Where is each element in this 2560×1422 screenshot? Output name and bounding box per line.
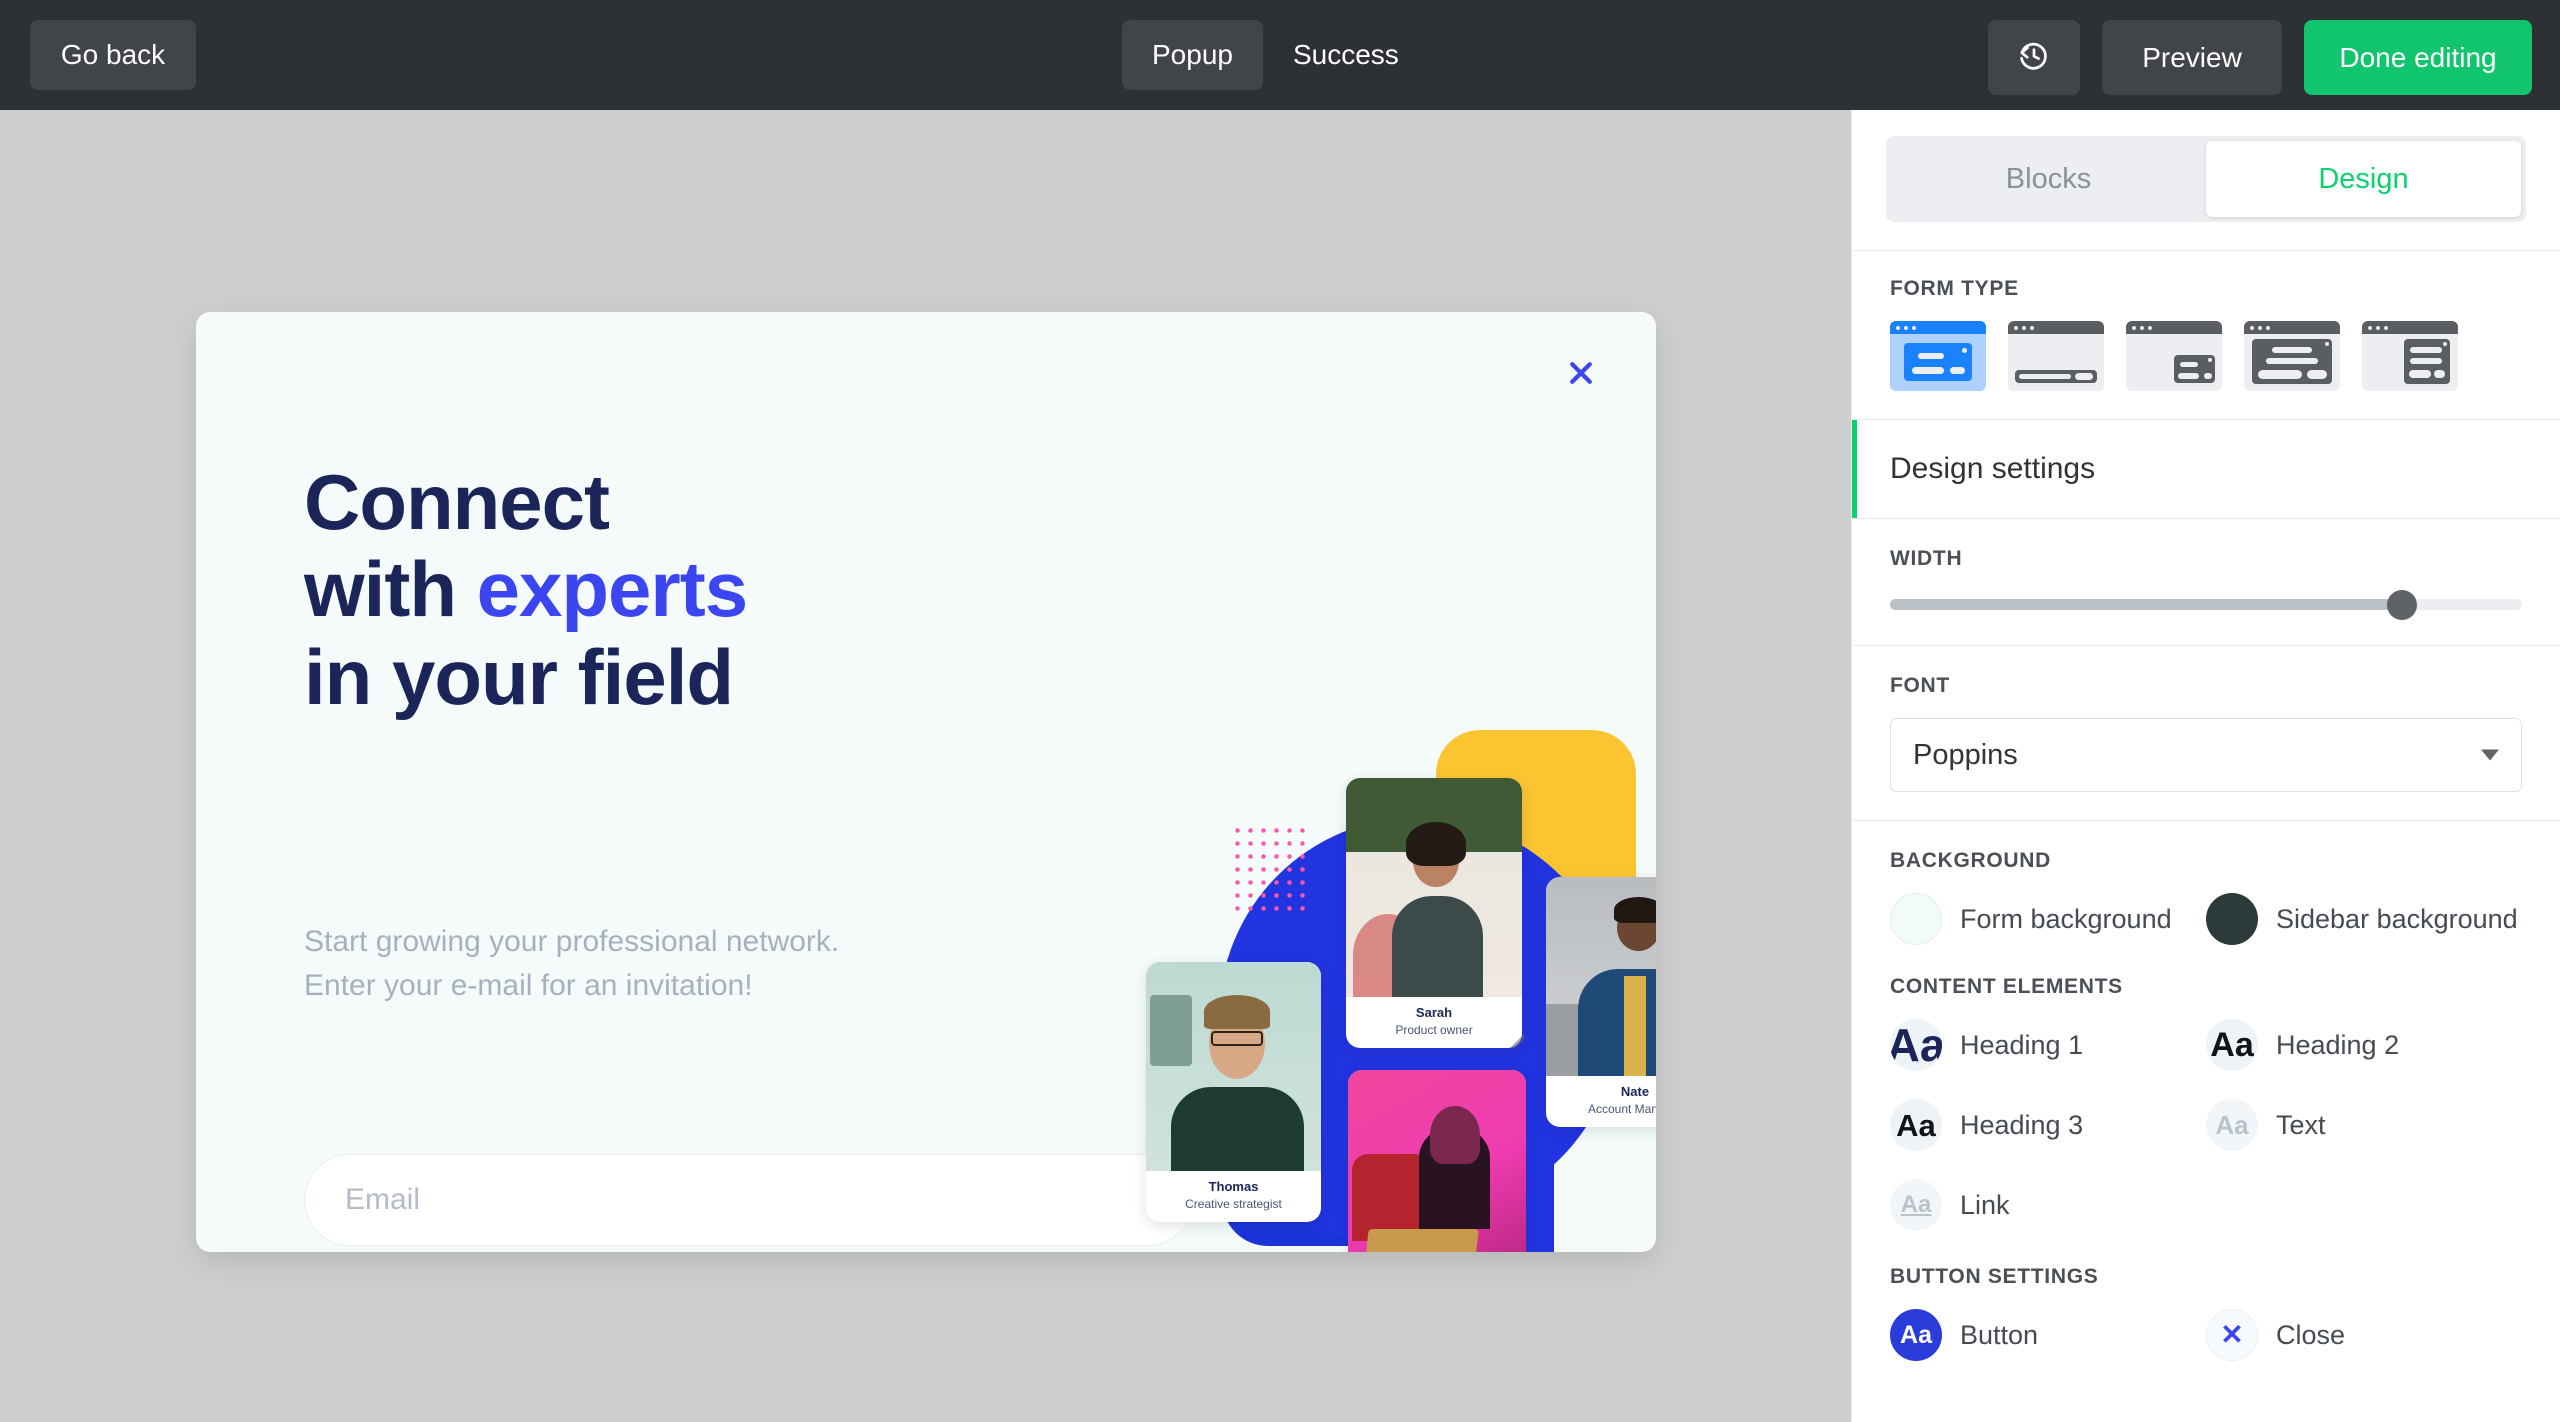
popup-close-button[interactable] [1558, 352, 1604, 398]
font-section: Font Poppins [1852, 646, 2560, 821]
content-text[interactable]: Aa Text [2206, 1099, 2522, 1151]
background-sidebar[interactable]: Sidebar background [2206, 893, 2522, 945]
content-elements-section: Content elements Aa Heading 1 Aa Heading… [1852, 945, 2560, 1231]
form-type-sidebar[interactable] [2362, 321, 2458, 391]
person-photo [1546, 877, 1656, 1076]
background-sidebar-label: Sidebar background [2276, 904, 2518, 935]
slider-thumb[interactable] [2387, 590, 2417, 620]
tab-blocks[interactable]: Blocks [1891, 141, 2206, 217]
preview-button[interactable]: Preview [2102, 20, 2282, 95]
person-photo [1146, 962, 1321, 1171]
design-sidebar: Blocks Design Form type [1851, 110, 2560, 1422]
person-name: Nate [1550, 1084, 1656, 1101]
button-settings-section: Button settings Aa Button ✕ Close [1852, 1231, 2560, 1361]
close-style-icon: ✕ [2206, 1309, 2258, 1361]
content-heading-1-label: Heading 1 [1960, 1030, 2083, 1061]
background-form[interactable]: Form background [1890, 893, 2206, 945]
editor-canvas[interactable]: Connect with experts in your field Start… [0, 110, 1851, 1422]
popup-heading: Connect with experts in your field [304, 459, 747, 721]
heading-accent-word: experts [477, 545, 748, 633]
tab-popup[interactable]: Popup [1122, 20, 1263, 90]
form-type-label: Form type [1890, 277, 2522, 301]
text-style-icon: Aa [2206, 1099, 2258, 1151]
content-heading-2[interactable]: Aa Heading 2 [2206, 1019, 2522, 1071]
subheading-line-2: Enter your e-mail for an invitation! [304, 964, 839, 1008]
page-tabs: Popup Success [1122, 20, 1429, 90]
toolbar-actions: Preview Done editing [1988, 20, 2532, 95]
chevron-down-icon [2481, 750, 2499, 761]
color-swatch-icon [2206, 893, 2258, 945]
hero-collage-image: Sarah Product owner Nate [1126, 712, 1656, 1252]
person-role: Account Manager [1550, 1101, 1656, 1117]
heading-line-1: Connect [304, 459, 747, 546]
content-heading-3[interactable]: Aa Heading 3 [1890, 1099, 2206, 1151]
width-section: Width [1852, 519, 2560, 646]
content-elements-label: Content elements [1890, 975, 2522, 999]
heading-line-2: with experts [304, 546, 747, 633]
color-swatch-icon [1890, 893, 1942, 945]
person-photo [1348, 1070, 1526, 1252]
person-role: Creative strategist [1150, 1196, 1317, 1212]
email-input[interactable] [304, 1154, 1194, 1246]
close-style[interactable]: ✕ Close [2206, 1309, 2522, 1361]
history-revert-button[interactable] [1988, 20, 2080, 95]
button-style[interactable]: Aa Button [1890, 1309, 2206, 1361]
go-back-button[interactable]: Go back [30, 20, 196, 90]
person-card: Rachel Creative strategist [1348, 1070, 1526, 1252]
pink-dot-grid [1231, 824, 1309, 916]
person-role: Product owner [1350, 1022, 1518, 1038]
person-caption: Sarah Product owner [1346, 997, 1522, 1048]
text-style-icon: Aa [1890, 1099, 1942, 1151]
form-type-fullscreen[interactable] [2244, 321, 2340, 391]
person-name: Thomas [1150, 1179, 1317, 1196]
subheading-line-1: Start growing your professional network. [304, 920, 839, 964]
button-style-label: Button [1960, 1320, 2038, 1351]
background-section: Background Form background Sidebar backg… [1852, 821, 2560, 945]
heading-line-2-pre: with [304, 545, 477, 633]
person-card: Sarah Product owner [1346, 778, 1522, 1048]
sidebar-tabs: Blocks Design [1852, 110, 2560, 251]
form-type-section: Form type [1852, 251, 2560, 419]
person-card: Nate Account Manager [1546, 877, 1656, 1127]
content-heading-2-label: Heading 2 [2276, 1030, 2399, 1061]
person-photo [1346, 778, 1522, 997]
top-toolbar: Go back Popup Success Preview Done editi… [0, 0, 2560, 110]
person-caption: Nate Account Manager [1546, 1076, 1656, 1127]
popup-form-preview[interactable]: Connect with experts in your field Start… [196, 312, 1656, 1252]
person-caption: Thomas Creative strategist [1146, 1171, 1321, 1222]
content-link[interactable]: Aa Link [1890, 1179, 2206, 1231]
font-selected-value: Poppins [1913, 739, 2018, 772]
person-card: Thomas Creative strategist [1146, 962, 1321, 1222]
resize-handle-icon[interactable] [1506, 1030, 1528, 1052]
font-label: Font [1890, 674, 2522, 698]
button-style-icon: Aa [1890, 1309, 1942, 1361]
form-type-slide-in[interactable] [2126, 321, 2222, 391]
close-x-icon [1566, 358, 1596, 393]
tab-success[interactable]: Success [1263, 20, 1429, 90]
heading-line-3: in your field [304, 634, 747, 721]
popup-subheading: Start growing your professional network.… [304, 920, 839, 1007]
content-link-label: Link [1960, 1190, 2010, 1221]
background-label: Background [1890, 849, 2522, 873]
text-style-icon: Aa [1890, 1019, 1942, 1071]
slider-fill [1890, 599, 2402, 610]
text-style-icon: Aa [2206, 1019, 2258, 1071]
form-type-bar[interactable] [2008, 321, 2104, 391]
content-heading-3-label: Heading 3 [1960, 1110, 2083, 1141]
content-text-label: Text [2276, 1110, 2326, 1141]
done-editing-button[interactable]: Done editing [2304, 20, 2532, 95]
link-style-icon: Aa [1890, 1179, 1942, 1231]
design-settings-header[interactable]: Design settings [1852, 420, 2560, 519]
background-form-label: Form background [1960, 904, 2172, 935]
close-style-label: Close [2276, 1320, 2345, 1351]
button-settings-label: Button settings [1890, 1265, 2522, 1289]
font-select[interactable]: Poppins [1890, 718, 2522, 792]
tab-design[interactable]: Design [2206, 141, 2521, 217]
history-revert-icon [2017, 39, 2051, 76]
form-type-popup[interactable] [1890, 321, 1986, 391]
person-name: Sarah [1350, 1005, 1518, 1022]
width-slider[interactable] [1890, 591, 2522, 617]
width-label: Width [1890, 547, 2522, 571]
content-heading-1[interactable]: Aa Heading 1 [1890, 1019, 2206, 1071]
